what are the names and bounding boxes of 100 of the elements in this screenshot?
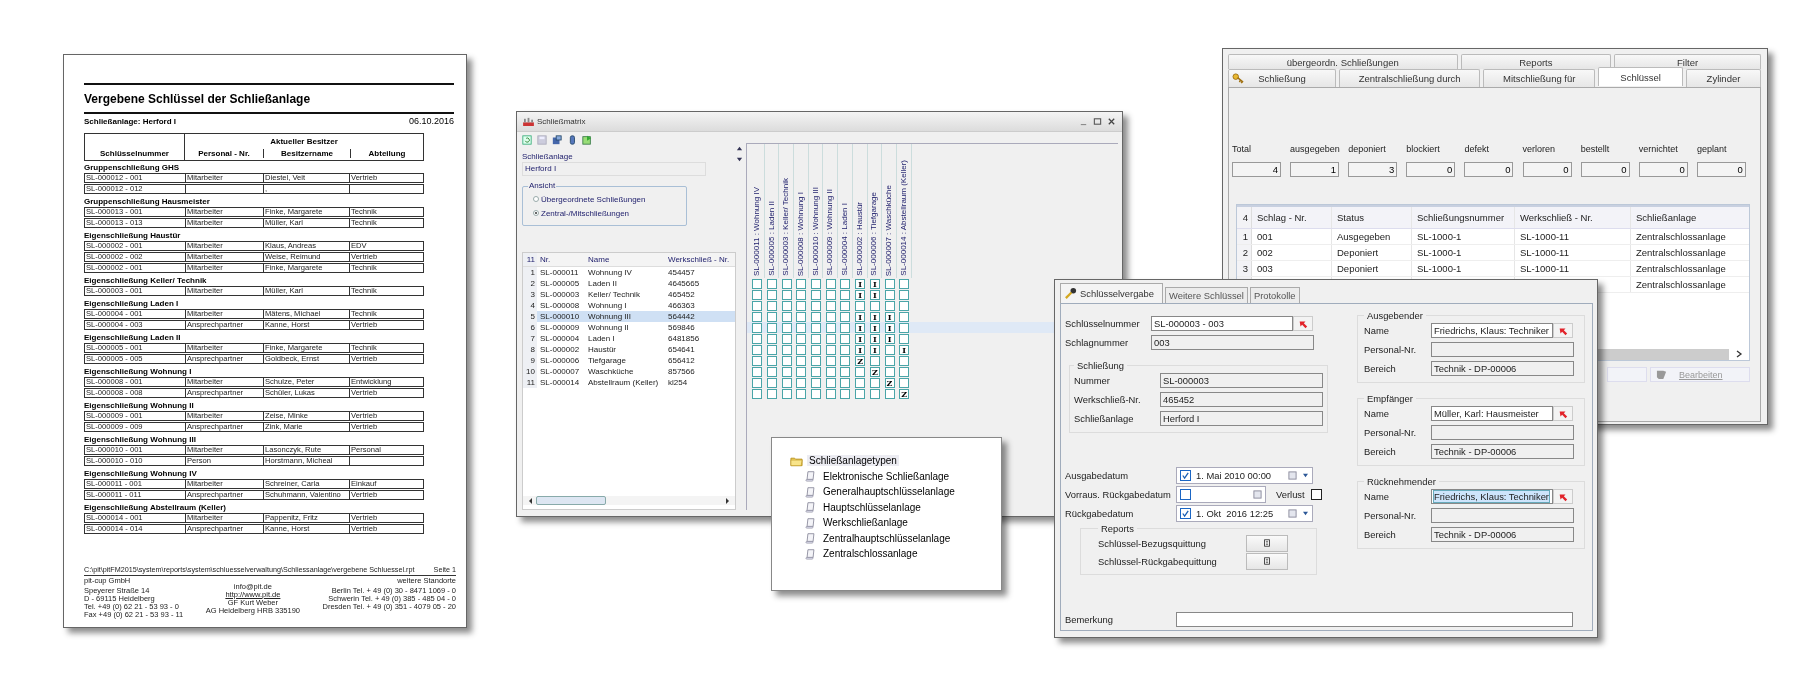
matrix-cell[interactable] <box>899 289 910 300</box>
tree-item[interactable]: Werkschließanlage <box>821 517 910 529</box>
matrix-cell[interactable] <box>811 289 822 300</box>
matrix-cell[interactable] <box>869 377 880 388</box>
matrix-cell[interactable] <box>899 300 910 311</box>
tab[interactable]: Weitere Schlüssel <box>1165 287 1248 303</box>
tree-item[interactable]: Schließanlagetypen <box>807 455 899 467</box>
matrix-cell[interactable] <box>752 278 763 289</box>
matrix-cell[interactable] <box>825 344 836 355</box>
input-field[interactable]: SL-000003 - 003 <box>1151 316 1293 331</box>
table-row[interactable]: 4 SL-000008 Wohnung I 466363 <box>523 300 735 311</box>
checkbox[interactable] <box>1180 508 1191 519</box>
matrix-cell[interactable] <box>855 300 866 311</box>
matrix-cell[interactable] <box>767 377 778 388</box>
matrix-cell[interactable] <box>781 322 792 333</box>
matrix-cell[interactable] <box>796 344 807 355</box>
tab[interactable]: Schlüssel <box>1598 67 1683 86</box>
column-header[interactable]: Name <box>585 255 665 264</box>
tab[interactable]: übergeordn. Schließungen <box>1228 54 1458 69</box>
matrix-cell[interactable] <box>781 355 792 366</box>
matrix-cell[interactable] <box>752 388 763 399</box>
scroll-right-icon[interactable] <box>1735 350 1743 358</box>
matrix-cell[interactable]: I <box>855 322 866 333</box>
maximize-icon[interactable] <box>1093 117 1102 126</box>
input-field[interactable]: Technik - DP-00006 <box>1431 527 1574 542</box>
matrix-cell[interactable] <box>869 388 880 399</box>
input-field[interactable] <box>1431 342 1574 357</box>
matrix-cell[interactable] <box>752 344 763 355</box>
matrix-cell[interactable]: I <box>884 322 895 333</box>
tab[interactable]: Protokolle <box>1249 287 1300 303</box>
matrix-cell[interactable] <box>884 278 895 289</box>
matrix-cell[interactable] <box>840 322 851 333</box>
date-field[interactable]: 1. Okt 2016 12:25 <box>1176 505 1313 522</box>
column-header[interactable]: Status <box>1332 207 1412 228</box>
matrix-cell[interactable] <box>825 322 836 333</box>
matrix-cell[interactable]: I <box>855 278 866 289</box>
matrix-cell[interactable]: I <box>855 289 866 300</box>
matrix-cell[interactable]: Z <box>869 366 880 377</box>
tree-item[interactable]: Hauptschlüsselanlage <box>821 501 923 513</box>
matrix-cell[interactable] <box>840 289 851 300</box>
matrix-cell[interactable] <box>899 322 910 333</box>
matrix-cell[interactable] <box>811 278 822 289</box>
table-row[interactable]: 8 SL-000002 Haustür 654641 <box>523 344 735 355</box>
tree-item[interactable]: Zentralschlossanlage <box>821 548 920 560</box>
matrix-cell[interactable] <box>767 388 778 399</box>
column-header[interactable]: Werkschließ - Nr. <box>1515 207 1631 228</box>
input-field[interactable]: Herford I <box>522 162 706 176</box>
matrix-cell[interactable] <box>767 300 778 311</box>
matrix-cell[interactable] <box>752 333 763 344</box>
matrix-cell[interactable]: Z <box>884 377 895 388</box>
matrix-cell[interactable] <box>899 333 910 344</box>
scroll-up-icon[interactable] <box>736 145 743 152</box>
matrix-cell[interactable] <box>825 300 836 311</box>
table-row[interactable]: 9 SL-000006 Tiefgarage 656412 <box>523 355 735 366</box>
matrix-cell[interactable] <box>884 355 895 366</box>
pick-button[interactable] <box>1553 323 1573 338</box>
matrix-cell[interactable] <box>767 366 778 377</box>
matrix-cell[interactable] <box>781 344 792 355</box>
matrix-cell[interactable] <box>825 388 836 399</box>
table-row[interactable]: 6 SL-000009 Wohnung II 569846 <box>523 322 735 333</box>
matrix-cell[interactable] <box>840 355 851 366</box>
input-field[interactable]: Herford I <box>1160 411 1323 426</box>
checkbox[interactable] <box>1180 489 1191 500</box>
column-header[interactable]: Schlag - Nr. <box>1252 207 1332 228</box>
matrix-cell[interactable] <box>781 333 792 344</box>
matrix-cell[interactable] <box>855 366 866 377</box>
matrix-cell[interactable] <box>825 278 836 289</box>
matrix-cell[interactable]: I <box>855 311 866 322</box>
matrix-cell[interactable] <box>884 300 895 311</box>
input-field[interactable]: Müller, Karl: Hausmeister <box>1431 406 1553 421</box>
matrix-cell[interactable] <box>767 278 778 289</box>
matrix-cell[interactable] <box>811 333 822 344</box>
matrix-cell[interactable] <box>869 355 880 366</box>
cylinder-icon[interactable] <box>567 135 577 145</box>
matrix-cell[interactable] <box>781 300 792 311</box>
matrix-cell[interactable]: I <box>855 344 866 355</box>
input-field[interactable]: Technik - DP-00006 <box>1431 361 1574 376</box>
table-row[interactable]: 1 SL-000011 Wohnung IV 454457 <box>523 267 735 278</box>
matrix-cell[interactable] <box>752 322 763 333</box>
matrix-cell[interactable] <box>884 344 895 355</box>
column-header[interactable]: Schließungsnummer <box>1412 207 1515 228</box>
matrix-cell[interactable] <box>781 311 792 322</box>
matrix-cell[interactable] <box>752 289 763 300</box>
matrix-cell[interactable] <box>855 388 866 399</box>
matrix-cell[interactable] <box>796 311 807 322</box>
column-header[interactable]: Schließanlage <box>1631 207 1749 228</box>
matrix-cell[interactable] <box>825 377 836 388</box>
matrix-cell[interactable] <box>825 311 836 322</box>
matrix-cell[interactable] <box>811 388 822 399</box>
matrix-cell[interactable] <box>811 311 822 322</box>
matrix-cell[interactable] <box>781 388 792 399</box>
save-icon[interactable] <box>537 135 547 145</box>
matrix-cell[interactable] <box>781 289 792 300</box>
input-field[interactable]: SL-000003 <box>1160 373 1323 388</box>
matrix-cell[interactable] <box>767 311 778 322</box>
matrix-cell[interactable] <box>796 300 807 311</box>
matrix-cell[interactable] <box>840 377 851 388</box>
matrix-cell[interactable]: I <box>869 344 880 355</box>
table-row[interactable]: 5 SL-000010 Wohnung III 564442 <box>523 311 735 322</box>
pick-button[interactable] <box>1553 489 1573 504</box>
